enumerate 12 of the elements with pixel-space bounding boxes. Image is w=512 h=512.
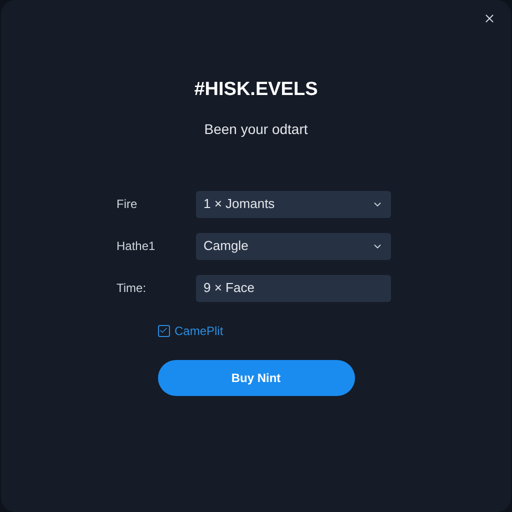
- input-field[interactable]: 9 × Face: [196, 274, 390, 302]
- dropdown-field[interactable]: 1 × Jomants: [196, 190, 390, 218]
- dropdown-field[interactable]: Camgle: [196, 232, 390, 260]
- field-label: Fire: [116, 196, 138, 213]
- dialog-subtitle: Been your odtart: [204, 120, 308, 139]
- checkbox-label: CamePlit: [174, 322, 224, 340]
- check-icon: [159, 326, 168, 335]
- close-icon: [482, 12, 496, 24]
- field-label: Hathe1: [116, 238, 156, 255]
- field-label: Time:: [116, 280, 148, 297]
- dialog-title: #HISK.EVELS: [194, 78, 318, 102]
- checkbox[interactable]: [158, 324, 170, 336]
